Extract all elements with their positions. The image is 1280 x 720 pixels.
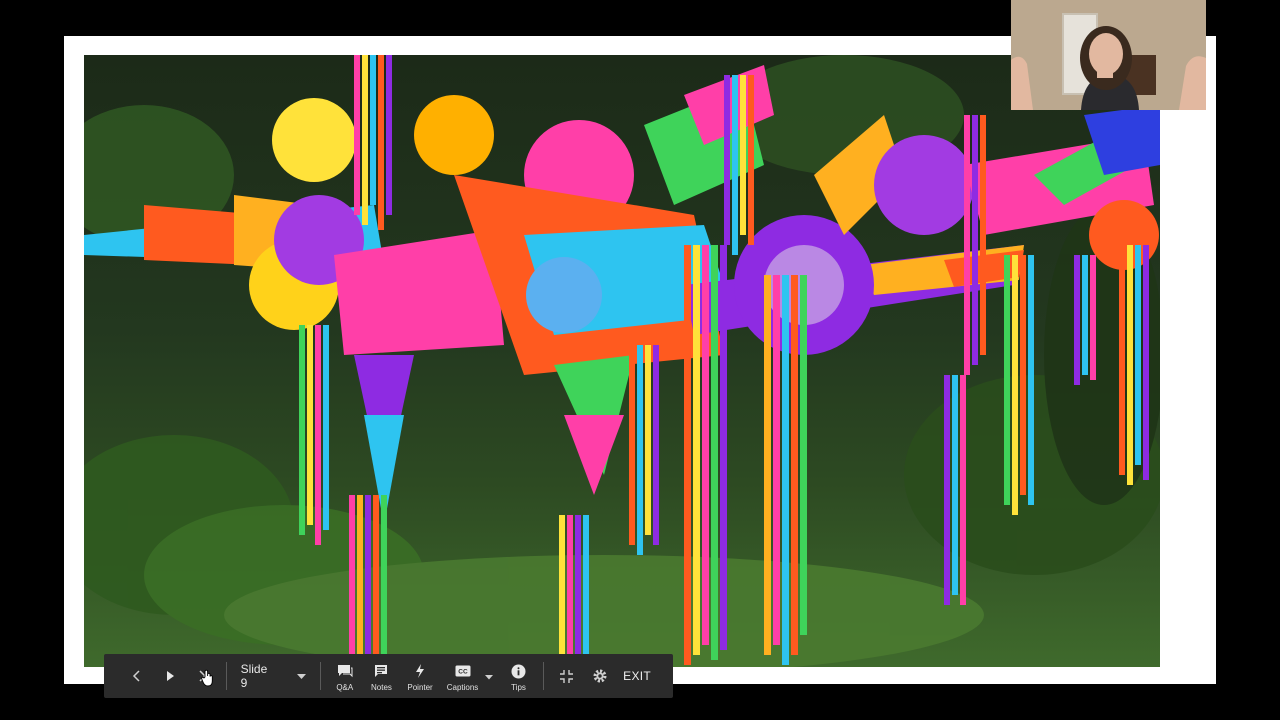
gear-icon	[589, 665, 611, 687]
pinata-illustration	[84, 55, 1160, 667]
captions-icon: CC	[452, 660, 474, 682]
toolbar-divider	[542, 662, 544, 690]
exit-presentation-button[interactable]: EXIT	[611, 654, 673, 698]
previous-slide-button[interactable]	[125, 654, 148, 698]
notes-icon	[370, 660, 392, 682]
captions-options-button[interactable]	[481, 654, 496, 698]
mouse-cursor-icon	[201, 669, 213, 687]
laser-pointer-button[interactable]: Pointer	[404, 654, 437, 698]
autoplay-button[interactable]	[158, 654, 181, 698]
captions-button[interactable]: CC Captions	[444, 654, 481, 698]
exit-fullscreen-icon	[556, 665, 578, 687]
slide-frame	[64, 36, 1216, 684]
slide-selector[interactable]: Slide 9	[227, 654, 314, 698]
presenter-webcam	[1011, 0, 1206, 110]
slide-number-label: Slide 9	[240, 662, 268, 690]
tips-button[interactable]: Tips	[506, 654, 531, 698]
toolbar-divider	[319, 662, 321, 690]
exit-fullscreen-button[interactable]	[555, 654, 578, 698]
chevron-down-icon	[296, 669, 306, 683]
play-icon	[159, 665, 181, 687]
chat-icon	[334, 660, 356, 682]
qa-button[interactable]: Q&A	[332, 654, 357, 698]
chevron-left-icon	[126, 665, 148, 687]
settings-button[interactable]	[588, 654, 611, 698]
pointer-icon	[409, 660, 431, 682]
svg-text:CC: CC	[458, 669, 468, 676]
chevron-down-icon	[484, 667, 493, 685]
info-icon	[508, 660, 530, 682]
slide-photo	[84, 55, 1160, 667]
speaker-notes-button[interactable]: Notes	[367, 654, 396, 698]
presentation-toolbar: Slide 9 Q&A Notes Pointer CC Captions Ti…	[104, 654, 673, 698]
